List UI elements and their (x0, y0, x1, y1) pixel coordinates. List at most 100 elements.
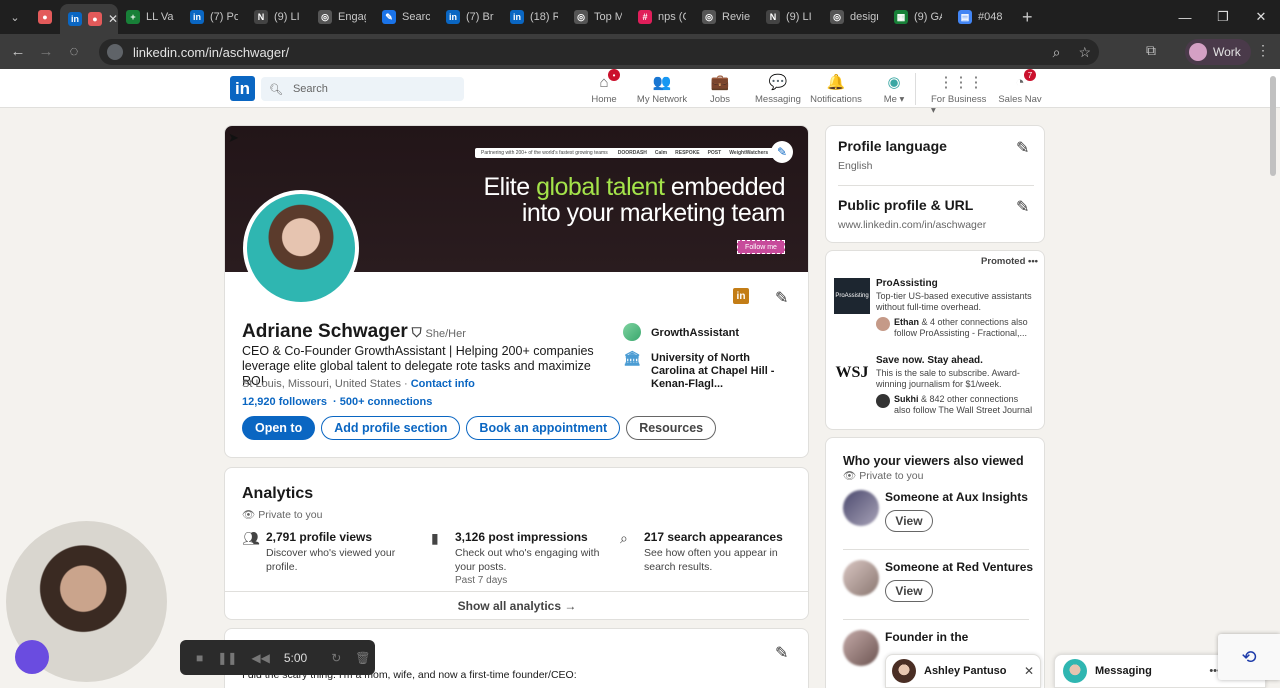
linkedin-logo[interactable]: in (230, 76, 255, 101)
restore-icon[interactable]: ❐ (1204, 0, 1242, 34)
contact-info-link[interactable]: Contact info (411, 378, 475, 390)
education-school[interactable]: 🏛︎ University of North Carolina at Chape… (623, 351, 791, 391)
bookmark-star-icon[interactable]: ☆ (1078, 44, 1091, 61)
nav-item-jobs[interactable]: 💼 Jobs (690, 73, 750, 105)
page-scrollbar[interactable] (1270, 76, 1276, 176)
browser-profile-button[interactable]: Work (1185, 39, 1251, 65)
viewer-item[interactable]: Someone at Red Ventures View (843, 560, 1033, 602)
browser-tab[interactable]: + LL Valu (118, 3, 182, 31)
promoted-ad[interactable]: WSJ Save now. Stay ahead. This is the sa… (834, 355, 1034, 416)
browser-tab[interactable]: ▦ (9) GA (886, 3, 950, 31)
stat-search-appearances[interactable]: ⌕ 217 search appearances See how often y… (620, 530, 800, 574)
edit-url-pencil-icon[interactable]: ✎ (1016, 197, 1029, 217)
view-button[interactable]: View (885, 580, 933, 602)
global-search-input[interactable]: 🔍︎ Search (261, 77, 464, 101)
followers-link[interactable]: 12,920 followers (242, 396, 327, 408)
stop-icon[interactable]: ■ (196, 651, 203, 665)
recording-indicator-icon: ● (88, 12, 102, 26)
stat-period: Past 7 days (455, 575, 508, 586)
extensions-icon[interactable]: ⧉ (1146, 42, 1156, 59)
viewer-item[interactable]: Someone at Aux Insights View (843, 490, 1028, 532)
resources-button[interactable]: Resources (626, 416, 717, 440)
nav-item-notifications[interactable]: 🔔 Notifications (806, 73, 866, 105)
restart-icon[interactable]: ↻ (331, 651, 341, 665)
tab-title: Engagi (338, 11, 366, 23)
nav-item-sales-nav[interactable]: ◔ 7 Sales Nav (990, 69, 1050, 105)
promoted-ad[interactable]: ProAssisting ProAssisting Top-tier US-ba… (834, 278, 1034, 339)
address-bar[interactable]: linkedin.com/in/aschwager/ ⌕ ☆ (99, 39, 1099, 65)
browser-tab[interactable]: ◎ Engagi (310, 3, 374, 31)
nav-item-my-network[interactable]: 👥 My Network (632, 73, 692, 105)
linkedin-badge-icon[interactable]: in (733, 288, 749, 304)
browser-menu-icon[interactable]: ⋮ (1256, 42, 1270, 59)
tab-title: (9) LI (786, 11, 812, 23)
zoom-icon[interactable]: ⌕ (1053, 44, 1061, 61)
nav-item-home[interactable]: ⌂ • Home (574, 69, 634, 105)
url-text[interactable]: linkedin.com/in/aschwager/ (133, 45, 289, 60)
profile-actions: Open to Add profile section Book an appo… (242, 416, 717, 440)
edit-banner-pencil-icon[interactable]: ✎ (771, 141, 793, 163)
edit-about-pencil-icon[interactable]: ✎ (775, 643, 788, 663)
edit-language-pencil-icon[interactable]: ✎ (1016, 138, 1029, 158)
ad-logo: WSJ (834, 355, 870, 391)
browser-tab[interactable]: in (7) Bran (438, 3, 502, 31)
browser-tab[interactable]: ◎ Review (694, 3, 758, 31)
pronouns: She/Her (425, 328, 466, 340)
recorder-app-icon[interactable] (15, 640, 49, 674)
browser-tab[interactable]: ● (30, 3, 60, 31)
banner-headline-a: Elite (483, 173, 537, 201)
browser-tab[interactable]: ◎ design (822, 3, 886, 31)
profile-photo[interactable] (243, 190, 359, 306)
site-info-icon[interactable] (107, 44, 123, 60)
banner-brand: Calm (654, 150, 668, 156)
show-all-analytics-link[interactable]: Show all analytics → (225, 591, 808, 619)
nav-label: Me ▾ (883, 94, 905, 105)
back-icon[interactable]: ← (4, 43, 32, 60)
stat-desc: Discover who's viewed your profile. (266, 547, 396, 573)
close-window-icon[interactable]: ✕ (1242, 0, 1280, 34)
notification-badge: 7 (1024, 69, 1036, 81)
recaptcha-badge-icon[interactable]: ⟲ (1218, 634, 1280, 680)
verified-shield-icon[interactable]: ⛉ (412, 325, 422, 340)
search-icon: 🔍︎ (269, 83, 283, 96)
more-options-icon[interactable]: ••• (1028, 256, 1038, 267)
promoted-header: Promoted ••• (981, 256, 1038, 267)
browser-tab[interactable]: in ● ✕ (60, 4, 118, 34)
add-profile-section-button[interactable]: Add profile section (321, 416, 461, 440)
chat-tab-ashley[interactable]: Ashley Pantuso ✕ (885, 654, 1041, 688)
browser-tab[interactable]: in (7) Post (182, 3, 246, 31)
browser-tab[interactable]: ✎ Search (374, 3, 438, 31)
browser-tab[interactable]: ◎ Top M (566, 3, 630, 31)
nav-item-for-business[interactable]: ⋮⋮⋮ For Business ▾ (931, 73, 991, 116)
close-chat-icon[interactable]: ✕ (1024, 664, 1034, 678)
current-company[interactable]: GrowthAssistant (623, 323, 739, 341)
connections-link[interactable]: · 500+ connections (333, 396, 432, 408)
stat-post-impressions[interactable]: ▮ 3,126 post impressions Check out who's… (431, 530, 611, 586)
public-url-section: Public profile & URL www.linkedin.com/in… (838, 197, 986, 231)
pause-icon[interactable]: ❚❚ (217, 651, 237, 665)
browser-tab[interactable]: N (9) LI (246, 3, 310, 31)
browser-tab[interactable]: in (18) Re (502, 3, 566, 31)
forward-icon[interactable]: → (32, 43, 60, 60)
chat-person-name: Ashley Pantuso (924, 665, 1007, 677)
open-to-button[interactable]: Open to (242, 416, 316, 440)
tab-search-chevron-icon[interactable]: ⌄ (0, 0, 30, 34)
book-appointment-button[interactable]: Book an appointment (466, 416, 621, 440)
new-tab-button[interactable]: + (1022, 7, 1033, 28)
connection-avatar (876, 394, 890, 408)
edit-intro-pencil-icon[interactable]: ✎ (775, 288, 788, 308)
view-button[interactable]: View (885, 510, 933, 532)
tab-title: #048 D (978, 11, 1006, 23)
minimize-icon[interactable]: — (1166, 0, 1204, 34)
viewer-avatar (843, 490, 879, 526)
browser-tab[interactable]: # nps (C (630, 3, 694, 31)
nav-item-messaging[interactable]: 💬 Messaging (748, 73, 808, 105)
browser-tab[interactable]: N (9) LI (758, 3, 822, 31)
close-tab-icon[interactable]: ✕ (108, 12, 118, 26)
rewind-icon[interactable]: ◀◀ (251, 651, 269, 665)
trash-icon[interactable]: 🗑︎ (355, 651, 370, 665)
stat-profile-views[interactable]: 👥︎ 2,791 profile views Discover who's vi… (242, 530, 422, 574)
browser-tab[interactable]: ▤ #048 D (950, 3, 1014, 31)
viewers-private-label: Private to you (859, 470, 924, 482)
loading-icon[interactable]: ◌ (60, 43, 88, 60)
